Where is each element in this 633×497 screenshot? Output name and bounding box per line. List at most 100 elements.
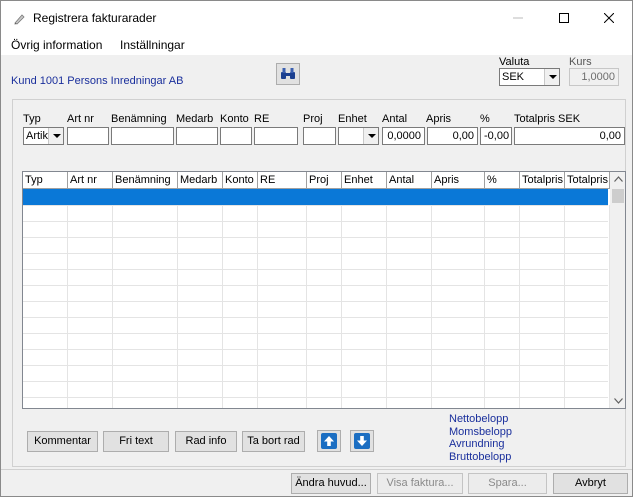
artnr-input[interactable]	[67, 127, 109, 145]
dialog-window: Registrera fakturarader Övrig informatio…	[0, 0, 633, 497]
grid-col-konto[interactable]: Konto	[223, 172, 258, 189]
scrollbar-thumb[interactable]	[612, 189, 624, 203]
grid-line-vertical	[177, 205, 178, 408]
chevron-down-icon	[544, 69, 559, 85]
grid-header: Typ Art nr Benämning Medarb Konto RE Pro…	[23, 172, 625, 189]
window-title: Registrera fakturarader	[33, 11, 157, 25]
title-bar[interactable]: Registrera fakturarader	[1, 1, 632, 34]
grid-col-procent[interactable]: %	[485, 172, 520, 189]
radinfo-button[interactable]: Rad info	[175, 431, 237, 452]
grid-line-horizontal	[23, 253, 608, 254]
label-konto: Konto	[220, 113, 249, 125]
move-up-button[interactable]	[317, 430, 341, 452]
close-button[interactable]	[586, 1, 632, 34]
andra-huvud-button[interactable]: Ändra huvud...	[291, 473, 371, 494]
kommentar-button[interactable]: Kommentar	[27, 431, 98, 452]
grid-col-totalpris[interactable]: Totalpris	[520, 172, 565, 189]
grid-line-vertical	[431, 205, 432, 408]
grid-line-vertical	[222, 205, 223, 408]
tabortrad-button[interactable]: Ta bort rad	[242, 431, 305, 452]
grid-line-vertical	[519, 205, 520, 408]
totalpris-input[interactable]: 0,00	[514, 127, 625, 145]
label-re: RE	[254, 113, 270, 125]
visa-faktura-button: Visa faktura...	[377, 473, 463, 494]
brutto-label: Bruttobelopp	[449, 451, 512, 463]
grid-line-vertical	[484, 205, 485, 408]
maximize-icon	[559, 12, 569, 23]
procent-input[interactable]: -0,00	[480, 127, 512, 145]
grid-col-typ[interactable]: Typ	[23, 172, 68, 189]
label-benamning: Benämning	[111, 113, 167, 125]
binoculars-icon	[281, 68, 295, 79]
proj-input[interactable]	[303, 127, 336, 145]
chevron-down-icon	[48, 128, 63, 144]
app-pen-icon	[14, 14, 25, 25]
grid-line-horizontal	[23, 349, 608, 350]
grid-col-proj[interactable]: Proj	[307, 172, 342, 189]
invoice-rows-grid[interactable]: Typ Art nr Benämning Medarb Konto RE Pro…	[22, 171, 626, 409]
netto-label: Nettobelopp	[449, 413, 509, 425]
grid-line-vertical	[112, 205, 113, 408]
vertical-scrollbar[interactable]	[610, 172, 625, 408]
grid-line-horizontal	[23, 381, 608, 382]
close-icon	[604, 12, 614, 23]
avbryt-button[interactable]: Avbryt	[553, 473, 628, 494]
grid-line-horizontal	[23, 205, 608, 206]
grid-line-horizontal	[23, 397, 608, 398]
konto-input[interactable]	[220, 127, 252, 145]
spara-button: Spara...	[468, 473, 547, 494]
typ-select[interactable]: Artik	[23, 127, 64, 145]
move-down-button[interactable]	[350, 430, 374, 452]
menu-ovrig-information[interactable]: Övrig information	[11, 38, 102, 52]
selected-row[interactable]	[23, 189, 608, 205]
grid-line-vertical	[564, 205, 565, 408]
footer-separator	[1, 469, 632, 470]
arrow-down-icon	[354, 433, 370, 449]
grid-col-apris[interactable]: Apris	[432, 172, 485, 189]
grid-line-vertical	[341, 205, 342, 408]
client-area: Kund 1001 Persons Inredningar AB Valuta …	[1, 55, 632, 496]
re-input[interactable]	[254, 127, 298, 145]
currency-label: Valuta	[499, 56, 530, 68]
search-button[interactable]	[276, 63, 300, 85]
grid-col-antal[interactable]: Antal	[387, 172, 432, 189]
grid-col-artnr[interactable]: Art nr	[68, 172, 113, 189]
moms-label: Momsbelopp	[449, 426, 512, 438]
avrundning-label: Avrundning	[449, 438, 505, 450]
grid-col-totalpris-2[interactable]: Totalpris	[565, 172, 610, 189]
medarb-input[interactable]	[176, 127, 218, 145]
menu-installningar[interactable]: Inställningar	[120, 38, 185, 52]
scroll-up-icon[interactable]	[614, 176, 623, 182]
grid-line-horizontal	[23, 269, 608, 270]
grid-col-medarb[interactable]: Medarb	[178, 172, 223, 189]
grid-col-enhet[interactable]: Enhet	[342, 172, 387, 189]
maximize-button[interactable]	[541, 1, 587, 34]
scroll-down-icon[interactable]	[614, 398, 623, 404]
label-typ: Typ	[23, 113, 41, 125]
antal-input[interactable]: 0,0000	[382, 127, 425, 145]
label-enhet: Enhet	[338, 113, 367, 125]
fritext-button[interactable]: Fri text	[103, 431, 169, 452]
grid-line-horizontal	[23, 365, 608, 366]
grid-line-horizontal	[23, 285, 608, 286]
grid-line-vertical	[306, 205, 307, 408]
grid-line-horizontal	[23, 301, 608, 302]
typ-value: Artik	[26, 130, 48, 142]
grid-col-re[interactable]: RE	[258, 172, 307, 189]
label-apris: Apris	[426, 113, 452, 125]
minimize-button[interactable]	[495, 1, 541, 34]
grid-line-horizontal	[23, 317, 608, 318]
grid-line-vertical	[67, 205, 68, 408]
label-medarb: Medarb	[176, 113, 214, 125]
enhet-select[interactable]	[338, 127, 379, 145]
grid-line-vertical	[386, 205, 387, 408]
grid-line-horizontal	[23, 333, 608, 334]
benamning-input[interactable]	[111, 127, 174, 145]
apris-input[interactable]: 0,00	[427, 127, 478, 145]
arrow-up-icon	[321, 433, 337, 449]
menu-bar: Övrig information Inställningar	[1, 35, 632, 55]
currency-select[interactable]: SEK	[499, 68, 560, 86]
currency-value: SEK	[502, 71, 525, 83]
rate-label: Kurs	[569, 56, 592, 68]
grid-col-benamning[interactable]: Benämning	[113, 172, 178, 189]
